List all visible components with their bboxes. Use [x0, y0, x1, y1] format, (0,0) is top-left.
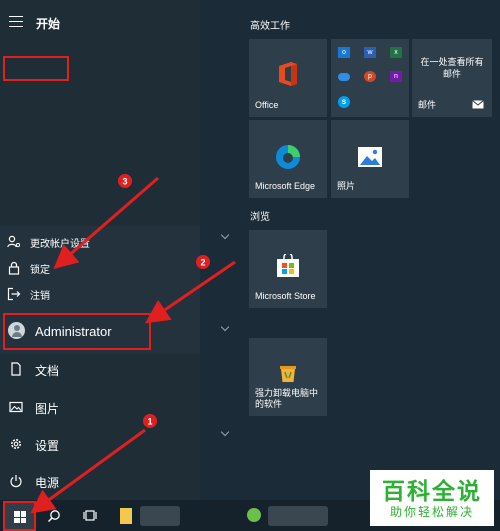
file-explorer-icon[interactable]: [120, 508, 132, 524]
pictures-icon: [9, 401, 23, 413]
hamburger-icon[interactable]: [9, 16, 23, 27]
nav-power[interactable]: 电源: [0, 463, 200, 499]
uninstaller-icon: [280, 366, 296, 382]
tile-edge[interactable]: Microsoft Edge: [249, 120, 327, 198]
tile-edge-label: Microsoft Edge: [255, 181, 316, 191]
tile-mail-label: 邮件: [418, 100, 437, 110]
store-icon: [277, 254, 299, 277]
nav-documents[interactable]: 文档: [0, 351, 200, 387]
sign-out-item[interactable]: 注销: [0, 283, 200, 305]
tile-store[interactable]: Microsoft Store: [249, 230, 327, 308]
chevron-down-icon[interactable]: [220, 322, 230, 332]
watermark-title: 百科全说: [382, 478, 482, 504]
tile-photos-label: 照片: [337, 181, 356, 191]
tile-office-apps[interactable]: o w x p n s: [331, 39, 409, 117]
onenote-icon: n: [390, 71, 402, 82]
lock-icon: [8, 261, 20, 275]
nav-settings-label: 设置: [35, 439, 60, 453]
nav-pictures[interactable]: 图片: [0, 389, 200, 425]
lock-item[interactable]: 锁定: [0, 257, 200, 279]
edge-icon: [276, 145, 300, 169]
taskbar-app-blurred[interactable]: [268, 506, 328, 526]
start-button[interactable]: [3, 501, 36, 531]
gear-icon: [11, 439, 21, 449]
task-view-icon[interactable]: [83, 509, 97, 522]
start-title: 开始: [36, 17, 61, 31]
tile-mail-promo: 在一处查看所有邮件: [420, 57, 484, 79]
nav-pictures-label: 图片: [35, 402, 60, 416]
tile-store-label: Microsoft Store: [255, 291, 316, 301]
chevron-down-icon[interactable]: [220, 427, 230, 437]
skype-icon: s: [338, 96, 350, 108]
onedrive-icon: [338, 73, 350, 81]
power-icon: [10, 475, 22, 488]
search-icon[interactable]: [47, 509, 61, 523]
taskbar-app-blurred[interactable]: [140, 506, 180, 526]
step-badge-2-number: 2: [200, 258, 205, 268]
tile-office-label: Office: [255, 100, 279, 110]
sign-out-label: 注销: [30, 290, 50, 302]
lock-label: 锁定: [30, 264, 50, 276]
chevron-down-icon[interactable]: [220, 230, 230, 240]
tile-photos[interactable]: 照片: [331, 120, 409, 198]
tile-office[interactable]: Office: [249, 39, 327, 117]
mail-icon: [472, 100, 484, 109]
watermark-subtitle: 助你轻松解决: [389, 505, 474, 519]
tile-mail[interactable]: 在一处查看所有邮件 邮件: [412, 39, 492, 117]
user-account-highlight: [3, 313, 151, 350]
photos-icon: [358, 147, 382, 167]
outlook-icon: o: [338, 47, 350, 58]
start-menu-rail: 开始 更改帐户设置 锁定 注销 Administrator 文档 图片 设置 电…: [0, 0, 200, 500]
document-icon: [11, 362, 21, 376]
person-settings-icon: [7, 235, 21, 248]
windows-logo-icon: [14, 511, 26, 523]
group-title-browse: 浏览: [250, 212, 270, 223]
excel-icon: x: [390, 47, 402, 58]
powerpoint-icon: p: [364, 71, 376, 82]
browser-icon[interactable]: [247, 508, 261, 522]
watermark: 百科全说 助你轻松解决: [370, 470, 494, 526]
tile-uninstaller-label: 强力卸载电脑中的软件: [255, 388, 319, 409]
tile-uninstaller[interactable]: 强力卸载电脑中的软件: [249, 338, 327, 416]
change-account-settings-item[interactable]: 更改帐户设置: [0, 231, 200, 253]
start-header: 开始: [0, 0, 200, 44]
nav-power-label: 电源: [35, 476, 60, 490]
group-title-productivity: 高效工作: [250, 21, 290, 32]
change-account-settings-label: 更改帐户设置: [30, 238, 90, 250]
nav-documents-label: 文档: [35, 364, 60, 378]
sign-out-icon: [7, 287, 21, 301]
office-icon: [279, 62, 297, 86]
nav-settings[interactable]: 设置: [0, 426, 200, 462]
sign-out-highlight: [3, 56, 69, 81]
word-icon: w: [364, 47, 376, 58]
